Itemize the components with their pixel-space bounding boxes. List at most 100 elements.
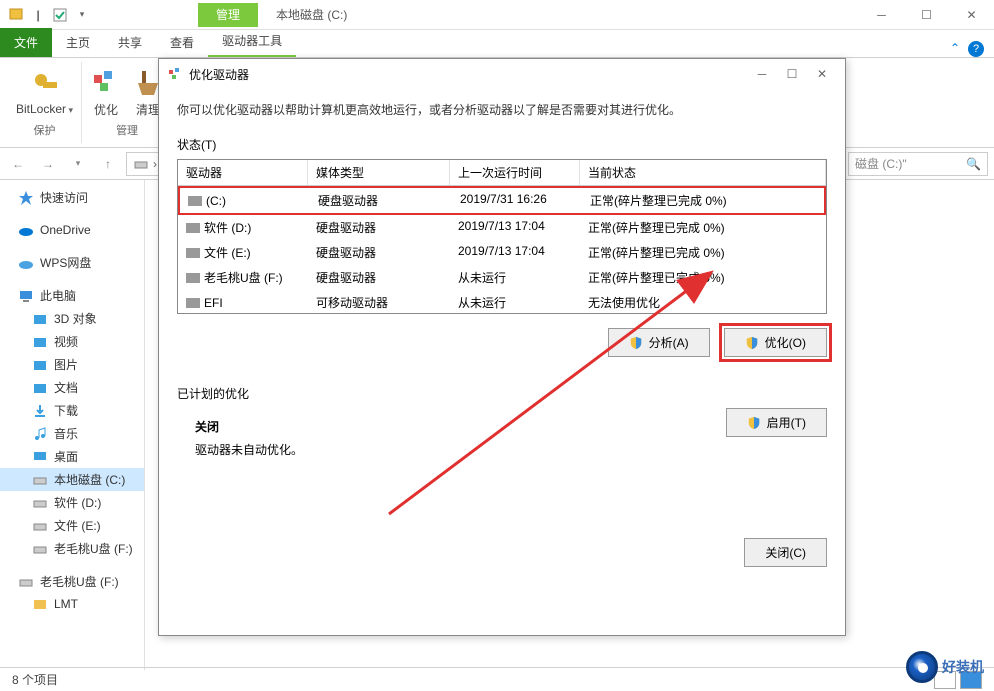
drive-table: 驱动器 媒体类型 上一次运行时间 当前状态 (C:)硬盘驱动器2019/7/31… <box>177 159 827 314</box>
header-drive[interactable]: 驱动器 <box>178 160 308 185</box>
sidebar-item-pictures[interactable]: 图片 <box>0 353 144 376</box>
sidebar-item-thispc[interactable]: 此电脑 <box>0 284 144 307</box>
table-row[interactable]: EFI可移动驱动器从未运行无法使用优化 <box>178 290 826 315</box>
sidebar-item-3d[interactable]: 3D 对象 <box>0 307 144 330</box>
drive-icon <box>186 273 200 283</box>
watermark-icon <box>906 651 938 683</box>
drive-icon <box>18 574 34 590</box>
sidebar-item-lmt[interactable]: LMT <box>0 593 144 615</box>
tab-view[interactable]: 查看 <box>156 28 208 57</box>
folder-icon <box>32 380 48 396</box>
sidebar-item-wps[interactable]: WPS网盘 <box>0 251 144 274</box>
shield-icon <box>629 336 643 350</box>
sidebar-item-drive-c[interactable]: 本地磁盘 (C:) <box>0 468 144 491</box>
status-label: 状态(T) <box>177 136 827 153</box>
analyze-button[interactable]: 分析(A) <box>608 328 710 357</box>
minimize-button[interactable]: ─ <box>859 1 904 29</box>
sidebar-item-drive-f[interactable]: 老毛桃U盘 (F:) <box>0 537 144 560</box>
item-count: 8 个项目 <box>12 671 58 688</box>
drive-icon <box>32 518 48 534</box>
ribbon-group-label: 管理 <box>116 122 138 138</box>
quick-access-toolbar: | ▾ <box>0 5 98 25</box>
desktop-icon <box>32 449 48 465</box>
search-input[interactable]: 磁盘 (C:)" 🔍 <box>848 152 988 176</box>
dialog-description: 你可以优化驱动器以帮助计算机更高效地运行，或者分析驱动器以了解是否需要对其进行优… <box>177 101 827 118</box>
ribbon-tabs: 文件 主页 共享 查看 驱动器工具 ⌃ ? <box>0 30 994 58</box>
drive-icon <box>32 472 48 488</box>
drive-icon <box>32 541 48 557</box>
tab-file[interactable]: 文件 <box>0 28 52 57</box>
dialog-icon <box>167 66 183 82</box>
header-last[interactable]: 上一次运行时间 <box>450 160 580 185</box>
dialog-maximize-button[interactable]: ☐ <box>777 67 807 81</box>
tab-share[interactable]: 共享 <box>104 28 156 57</box>
dialog-titlebar: 优化驱动器 ─ ☐ ✕ <box>159 59 845 89</box>
drive-icon <box>186 298 200 308</box>
star-icon <box>18 190 34 206</box>
drive-icon <box>188 196 202 206</box>
dialog-title: 优化驱动器 <box>189 66 249 83</box>
sidebar-item-quick-access[interactable]: 快速访问 <box>0 186 144 209</box>
sidebar-item-drive-d[interactable]: 软件 (D:) <box>0 491 144 514</box>
table-row[interactable]: (C:)硬盘驱动器2019/7/31 16:26正常(碎片整理已完成 0%) <box>178 186 826 215</box>
sidebar-item-onedrive[interactable]: OneDrive <box>0 219 144 241</box>
help-icon[interactable]: ? <box>968 41 984 57</box>
cloud-icon <box>18 255 34 271</box>
nav-up-icon[interactable]: ↑ <box>96 152 120 176</box>
drive-icon <box>32 495 48 511</box>
folder-icon <box>32 596 48 612</box>
drive-icon <box>133 156 149 172</box>
optimize-button[interactable]: 优化 <box>90 67 122 118</box>
table-row[interactable]: 老毛桃U盘 (F:)硬盘驱动器从未运行正常(碎片整理已完成 0%) <box>178 265 826 290</box>
optimize-drives-dialog: 优化驱动器 ─ ☐ ✕ 你可以优化驱动器以帮助计算机更高效地运行，或者分析驱动器… <box>158 58 846 636</box>
maximize-button[interactable]: ☐ <box>904 1 949 29</box>
nav-history-icon[interactable]: ▾ <box>66 152 90 176</box>
dialog-close-button[interactable]: ✕ <box>807 67 837 81</box>
folder-icon <box>32 311 48 327</box>
sidebar-item-documents[interactable]: 文档 <box>0 376 144 399</box>
sidebar: 快速访问 OneDrive WPS网盘 此电脑 3D 对象 视频 图片 文档 下 <box>0 180 145 670</box>
qat-separator: | <box>28 5 48 25</box>
scheduled-label: 已计划的优化 <box>177 385 827 402</box>
ribbon-group-label: 保护 <box>34 122 56 138</box>
sidebar-item-desktop[interactable]: 桌面 <box>0 445 144 468</box>
close-button[interactable]: 关闭(C) <box>744 538 827 567</box>
sidebar-item-music[interactable]: 音乐 <box>0 422 144 445</box>
header-status[interactable]: 当前状态 <box>580 160 826 185</box>
window-title: 本地磁盘 (C:) <box>258 6 365 23</box>
close-button[interactable]: ✕ <box>949 1 994 29</box>
header-media[interactable]: 媒体类型 <box>308 160 450 185</box>
table-header: 驱动器 媒体类型 上一次运行时间 当前状态 <box>178 160 826 186</box>
nav-back-icon[interactable]: ← <box>6 152 30 176</box>
qat-checkbox-icon[interactable] <box>50 5 70 25</box>
enable-button[interactable]: 启用(T) <box>726 408 827 437</box>
titlebar: | ▾ 管理 本地磁盘 (C:) ─ ☐ ✕ <box>0 0 994 30</box>
watermark: 好装机 <box>906 651 984 683</box>
statusbar: 8 个项目 <box>0 667 994 691</box>
sidebar-item-drive-e[interactable]: 文件 (E:) <box>0 514 144 537</box>
sidebar-item-videos[interactable]: 视频 <box>0 330 144 353</box>
dialog-minimize-button[interactable]: ─ <box>747 67 777 81</box>
bitlocker-button[interactable]: BitLocker <box>16 68 73 116</box>
folder-icon <box>32 334 48 350</box>
table-row[interactable]: 软件 (D:)硬盘驱动器2019/7/13 17:04正常(碎片整理已完成 0%… <box>178 215 826 240</box>
contextual-tab-label: 管理 <box>198 3 258 27</box>
qat-dropdown-icon[interactable]: ▾ <box>72 5 92 25</box>
scheduled-note: 驱动器未自动优化。 <box>195 441 726 458</box>
scheduled-status: 关闭 <box>195 418 726 435</box>
optimize-button[interactable]: 优化(O) <box>724 328 827 357</box>
drive-icon <box>186 223 200 233</box>
shield-icon <box>747 416 761 430</box>
ribbon-expand-icon[interactable]: ⌃ <box>950 41 960 57</box>
app-icon <box>6 5 26 25</box>
sidebar-item-drive-f2[interactable]: 老毛桃U盘 (F:) <box>0 570 144 593</box>
table-row[interactable]: 文件 (E:)硬盘驱动器2019/7/13 17:04正常(碎片整理已完成 0%… <box>178 240 826 265</box>
pc-icon <box>18 288 34 304</box>
shield-icon <box>745 336 759 350</box>
tab-home[interactable]: 主页 <box>52 28 104 57</box>
nav-forward-icon[interactable]: → <box>36 152 60 176</box>
sidebar-item-downloads[interactable]: 下载 <box>0 399 144 422</box>
download-icon <box>32 403 48 419</box>
search-icon: 🔍 <box>966 157 981 171</box>
tab-drive-tools[interactable]: 驱动器工具 <box>208 26 296 57</box>
